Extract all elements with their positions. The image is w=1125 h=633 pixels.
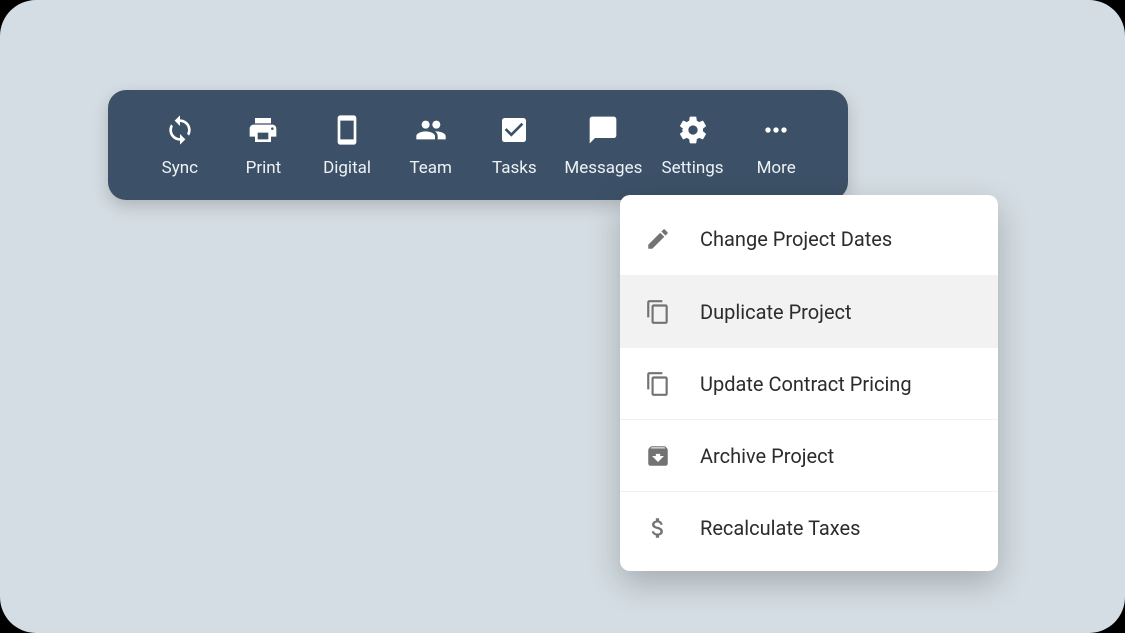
more-horizontal-icon (758, 112, 794, 148)
smartphone-icon (329, 112, 365, 148)
menu-item-label: Change Project Dates (700, 227, 892, 251)
menu-item-recalculate-taxes[interactable]: Recalculate Taxes (620, 491, 998, 563)
toolbar-label: Team (409, 158, 452, 178)
digital-button[interactable]: Digital (305, 112, 389, 178)
toolbar-label: Digital (323, 158, 371, 178)
toolbar-label: Settings (661, 158, 723, 178)
toolbar-label: Sync (162, 158, 198, 178)
archive-icon (644, 442, 672, 470)
print-icon (245, 112, 281, 148)
toolbar-label: Print (246, 158, 282, 178)
toolbar-label: Tasks (492, 158, 537, 178)
toolbar-label: More (757, 158, 796, 178)
tasks-button[interactable]: Tasks (473, 112, 557, 178)
app-stage: Sync Print Digital Team Tasks (0, 0, 1125, 633)
menu-item-change-dates[interactable]: Change Project Dates (620, 203, 998, 275)
menu-item-update-pricing[interactable]: Update Contract Pricing (620, 347, 998, 419)
print-button[interactable]: Print (222, 112, 306, 178)
messages-button[interactable]: Messages (556, 112, 651, 178)
menu-item-archive-project[interactable]: Archive Project (620, 419, 998, 491)
menu-item-duplicate-project[interactable]: Duplicate Project (620, 275, 998, 347)
team-button[interactable]: Team (389, 112, 473, 178)
menu-item-label: Recalculate Taxes (700, 516, 860, 540)
menu-item-label: Duplicate Project (700, 300, 852, 324)
people-icon (413, 112, 449, 148)
menu-item-label: Archive Project (700, 444, 834, 468)
sync-icon (162, 112, 198, 148)
toolbar-label: Messages (564, 158, 642, 178)
gear-icon (675, 112, 711, 148)
menu-item-label: Update Contract Pricing (700, 372, 912, 396)
sync-button[interactable]: Sync (138, 112, 222, 178)
settings-button[interactable]: Settings (651, 112, 735, 178)
more-dropdown-menu: Change Project Dates Duplicate Project U… (620, 195, 998, 571)
copy-icon (644, 298, 672, 326)
copy-icon (644, 370, 672, 398)
dollar-icon (644, 514, 672, 542)
more-button[interactable]: More (734, 112, 818, 178)
main-toolbar: Sync Print Digital Team Tasks (108, 90, 848, 200)
pencil-icon (644, 225, 672, 253)
checkbox-icon (496, 112, 532, 148)
chat-icon (585, 112, 621, 148)
